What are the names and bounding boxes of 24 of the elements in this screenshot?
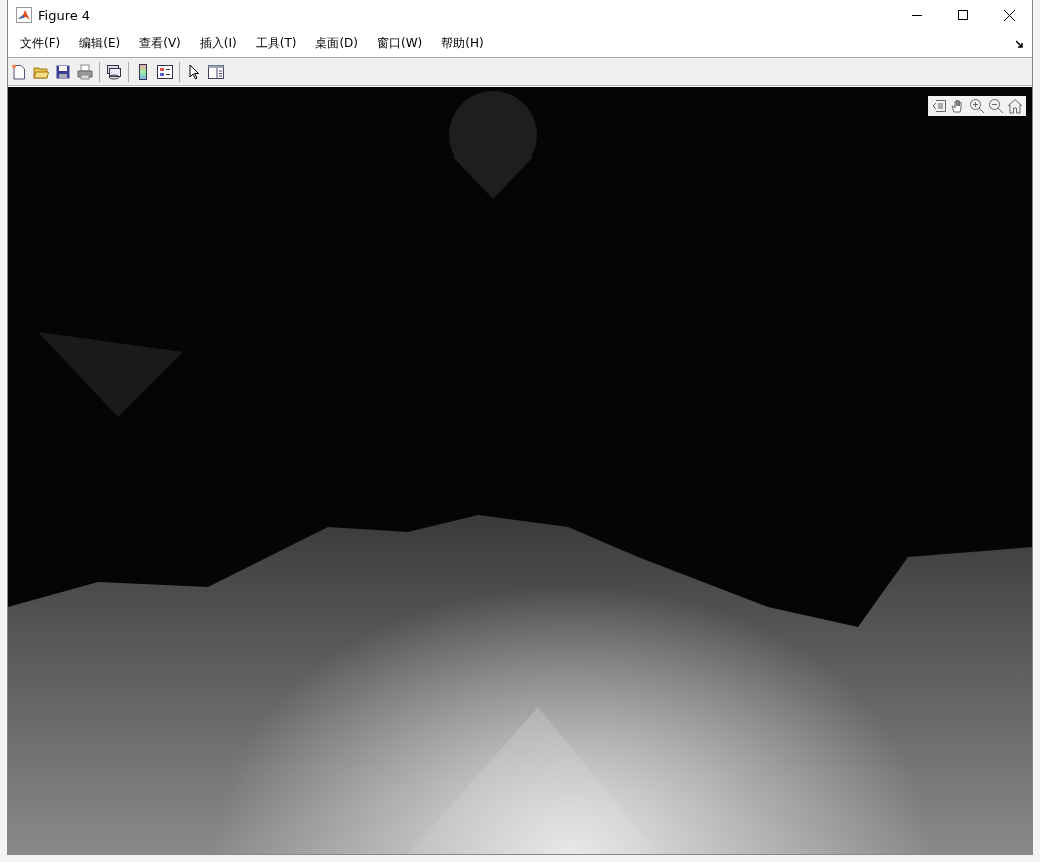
new-file-icon[interactable] (11, 63, 27, 80)
menu-item[interactable]: 插入(I) (191, 33, 245, 54)
menu-item[interactable]: 文件(F) (12, 33, 69, 54)
export-icon[interactable] (931, 98, 947, 114)
home-icon[interactable] (1007, 98, 1023, 114)
pointer-icon[interactable] (186, 63, 202, 80)
panel-toggle-icon[interactable] (208, 63, 224, 80)
window-title: Figure 4 (38, 7, 91, 23)
maximize-icon[interactable] (958, 10, 968, 20)
link-windows-icon[interactable] (106, 63, 122, 80)
dock-arrow-icon[interactable] (1016, 39, 1024, 48)
legend-icon[interactable] (157, 63, 173, 80)
menu-item[interactable]: 工具(T) (247, 33, 305, 54)
menu-item[interactable]: 编辑(E) (71, 33, 129, 54)
zoom-out-icon[interactable] (988, 98, 1004, 114)
close-icon[interactable] (1003, 9, 1015, 21)
menu-item[interactable]: 窗口(W) (369, 33, 431, 54)
menu-item[interactable]: 桌面(D) (307, 33, 366, 54)
app-logo-icon (16, 7, 32, 23)
menu-item[interactable]: 帮助(H) (433, 33, 492, 54)
zoom-in-icon[interactable] (969, 98, 985, 114)
save-icon[interactable] (55, 63, 71, 80)
menu-item[interactable]: 查看(V) (131, 33, 189, 54)
print-icon[interactable] (77, 63, 93, 80)
